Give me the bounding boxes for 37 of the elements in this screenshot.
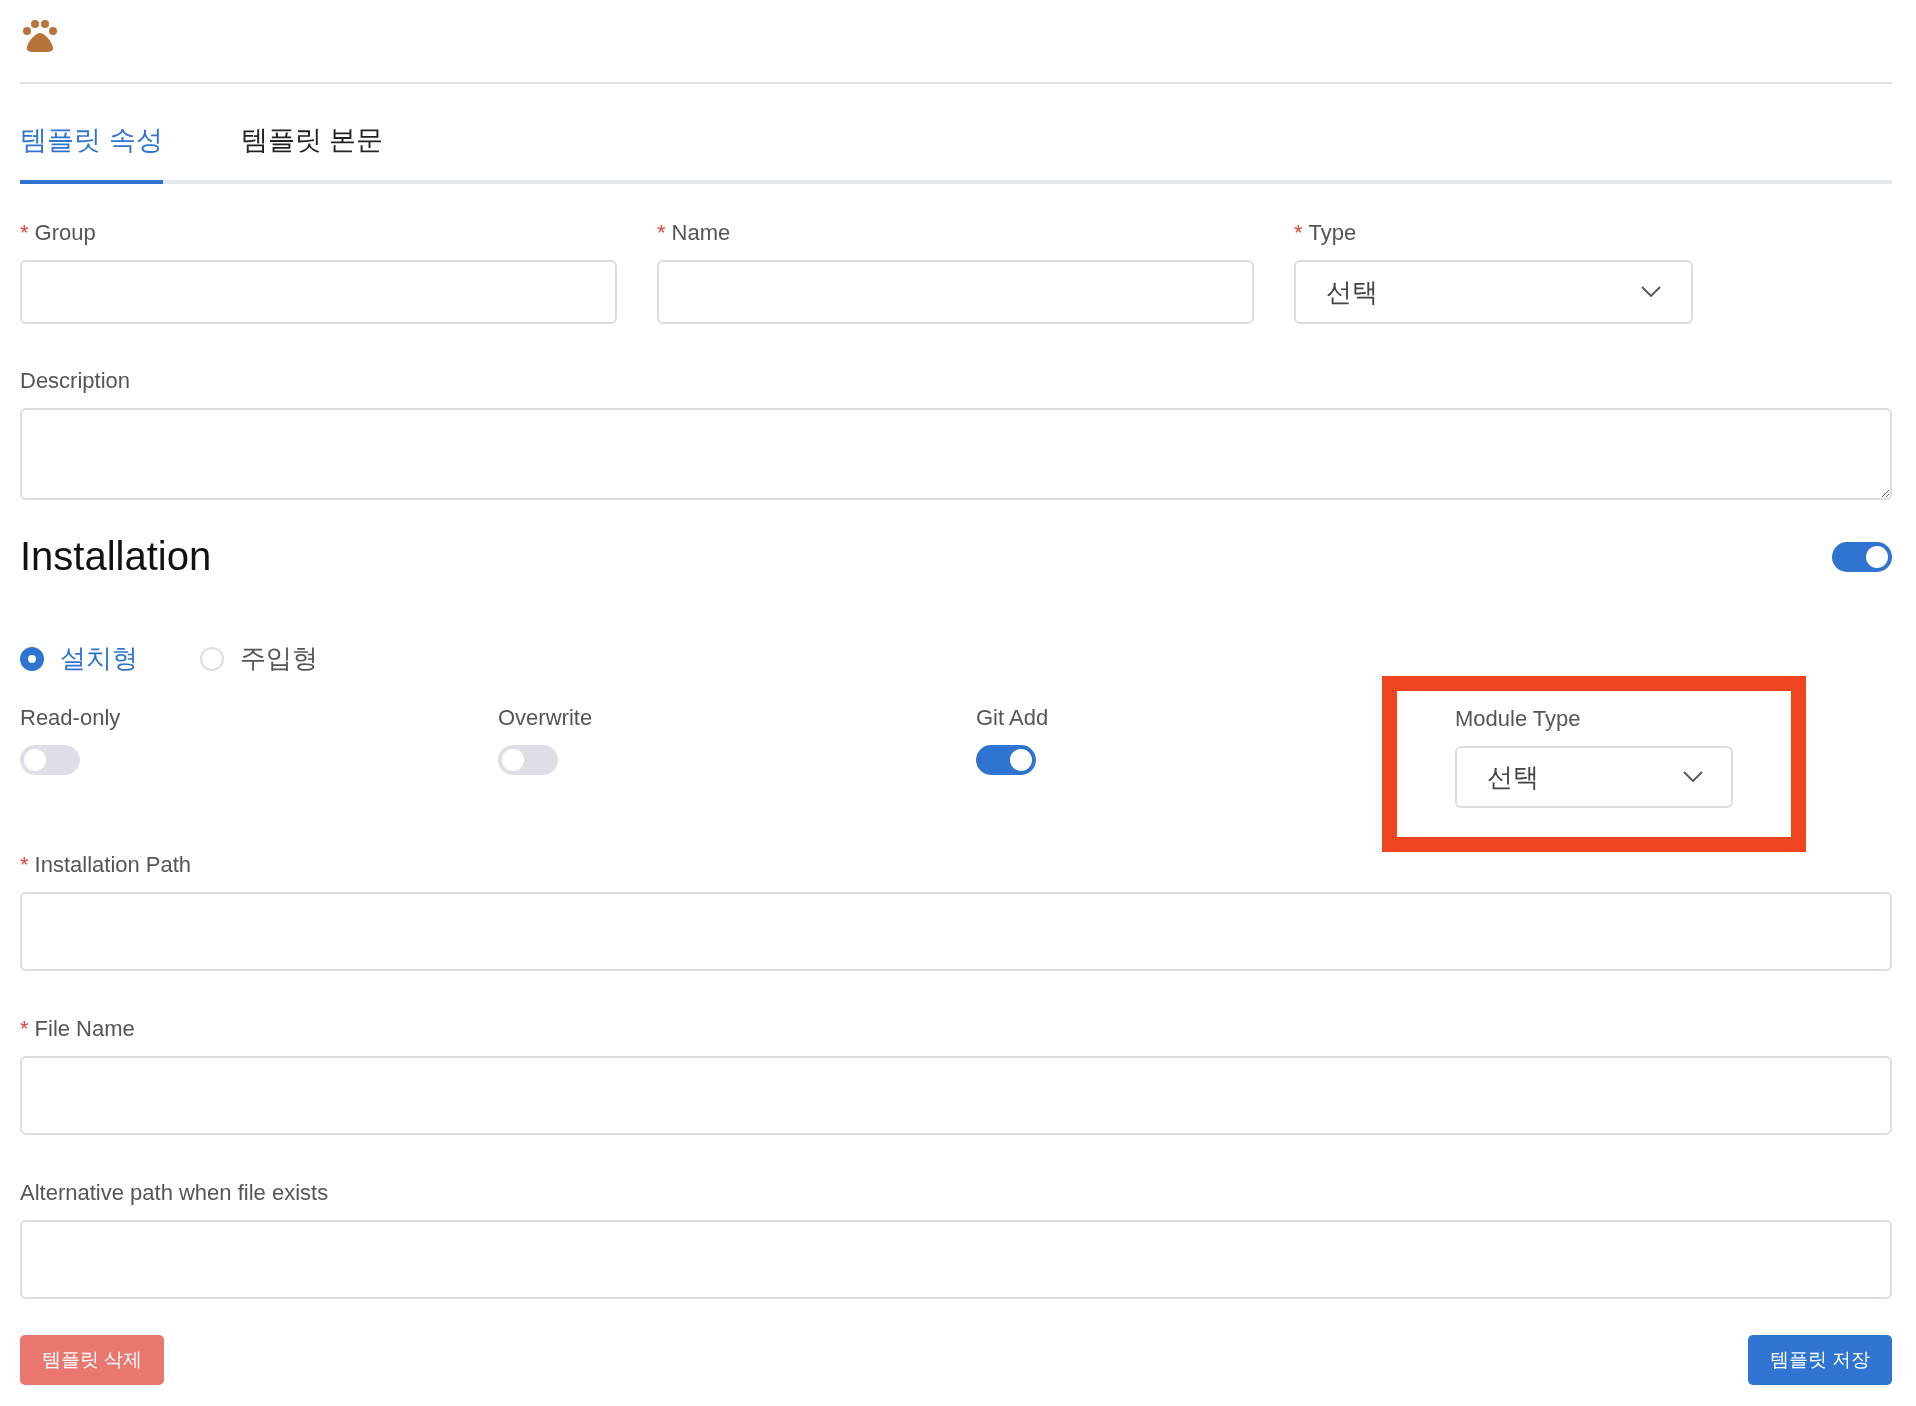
toggle-switch[interactable] — [1832, 541, 1892, 572]
field-label: Description — [20, 368, 131, 394]
description-field[interactable] — [20, 408, 1892, 500]
toggle-switch[interactable] — [20, 745, 80, 775]
field-label: Group — [34, 220, 96, 246]
switch-label: Git Add — [976, 705, 1050, 731]
toggle-switch[interactable] — [976, 745, 1036, 775]
chevron-down-icon — [1641, 286, 1661, 298]
switch-label: Read-only — [20, 705, 122, 731]
field-label: Type — [1308, 220, 1357, 246]
field-label: Alternative path when file exists — [20, 1180, 329, 1206]
input-field[interactable] — [657, 260, 1254, 324]
section-title: Installation — [20, 534, 212, 579]
radio-option[interactable]: 설치형 — [20, 641, 138, 676]
field-label: Name — [671, 220, 731, 246]
chevron-down-icon — [1683, 771, 1703, 783]
input-field[interactable] — [20, 1220, 1892, 1299]
required-mark: * — [20, 1016, 29, 1042]
select-field[interactable]: 선택 — [1294, 260, 1693, 324]
save-button[interactable]: 템플릿 저장 — [1747, 1335, 1892, 1385]
tab[interactable]: 템플릿 속성 — [20, 122, 163, 184]
switch-label: Overwrite — [498, 705, 594, 731]
required-mark: * — [1294, 220, 1303, 246]
input-field[interactable] — [20, 260, 617, 324]
radio-option[interactable]: 주입형 — [200, 641, 318, 676]
required-mark: * — [657, 220, 666, 246]
field-label: Module Type — [1455, 706, 1582, 732]
tab[interactable]: 템플릿 본문 — [240, 122, 384, 184]
select-field[interactable]: 선택 — [1455, 746, 1733, 808]
toggle-switch[interactable] — [498, 745, 558, 775]
field-label: Installation Path — [34, 852, 192, 878]
input-field[interactable] — [20, 892, 1892, 971]
required-mark: * — [20, 220, 29, 246]
required-mark: * — [20, 852, 29, 878]
paw-icon — [22, 19, 58, 53]
field-label: File Name — [34, 1016, 135, 1042]
input-field[interactable] — [20, 1056, 1892, 1135]
